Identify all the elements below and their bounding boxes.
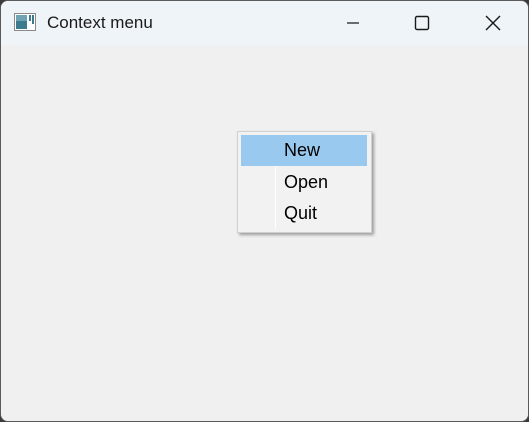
- menu-item-quit[interactable]: Quit: [241, 198, 367, 229]
- client-area[interactable]: [1, 45, 528, 421]
- minimize-button[interactable]: [330, 1, 376, 45]
- menu-item-label: Open: [284, 172, 329, 192]
- maximize-icon: [414, 15, 430, 31]
- menu-item-new[interactable]: New: [241, 135, 367, 166]
- close-button[interactable]: [470, 1, 516, 45]
- close-icon: [485, 15, 501, 31]
- context-menu: New Open Quit: [237, 131, 372, 233]
- app-window-icon: [14, 13, 36, 31]
- window-title: Context menu: [47, 13, 153, 32]
- menu-item-label: Quit: [284, 203, 318, 223]
- menu-item-label: New: [284, 140, 321, 160]
- maximize-button[interactable]: [399, 1, 445, 45]
- menu-item-open[interactable]: Open: [241, 167, 367, 198]
- minimize-icon: [347, 22, 359, 24]
- title-bar[interactable]: Context menu: [1, 1, 528, 45]
